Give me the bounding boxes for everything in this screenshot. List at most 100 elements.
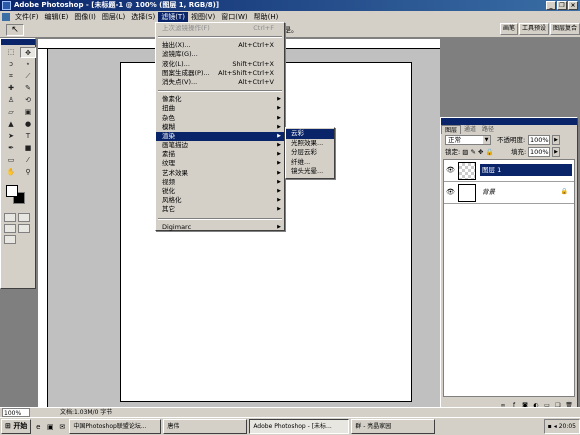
opacity-input[interactable]: 100%: [528, 135, 550, 145]
lock-transparency-icon[interactable]: ▨: [462, 148, 468, 156]
menu-item-lighting-effects[interactable]: 光照效果...: [286, 139, 334, 149]
zoom-input[interactable]: 100%: [2, 408, 30, 417]
menu-image[interactable]: 图像(I): [71, 12, 99, 22]
menu-filter[interactable]: 滤镜(T): [158, 11, 188, 22]
menu-select[interactable]: 选择(S): [128, 12, 158, 22]
tab-channels[interactable]: 通道: [461, 125, 479, 134]
screen-mode-full-button[interactable]: [18, 224, 30, 233]
filter-menu-item[interactable]: 其它 ▶: [156, 205, 284, 214]
taskbar-item-forum[interactable]: 中国Photoshop联盟论坛...: [69, 419, 162, 434]
lock-pixels-icon[interactable]: ✎: [471, 148, 476, 156]
layer-row-layer1[interactable]: 👁 图层 1: [444, 160, 574, 182]
fill-input[interactable]: 100%: [528, 147, 550, 157]
filter-menu-item[interactable]: 素描 ▶: [156, 150, 284, 159]
magic-wand-tool-icon[interactable]: ⋆: [20, 59, 36, 70]
well-brushes[interactable]: 画笔: [499, 23, 518, 35]
tray-volume-icon[interactable]: ◂: [554, 423, 557, 430]
quicklaunch-browser-icon[interactable]: e: [33, 422, 43, 432]
close-button[interactable]: ×: [568, 1, 578, 10]
filter-menu-item[interactable]: 锐化 ▶: [156, 187, 284, 196]
filter-menu-item[interactable]: 模糊 ▶: [156, 123, 284, 132]
gradient-tool-icon[interactable]: ▣: [20, 107, 36, 118]
taskbar-item-group[interactable]: 群 - 亮晶家园: [351, 419, 436, 434]
marquee-tool-icon[interactable]: ⬚: [3, 47, 19, 58]
submenu-arrow-icon: ▶: [277, 160, 281, 167]
fill-slider-toggle[interactable]: ▶: [552, 147, 560, 157]
blur-tool-icon[interactable]: ▲: [3, 119, 19, 130]
screen-mode-standard-button[interactable]: [4, 224, 16, 233]
standard-mode-button[interactable]: [4, 213, 16, 222]
crop-tool-icon[interactable]: ⌗: [3, 71, 19, 82]
filter-menu-item[interactable]: 像素化 ▶: [156, 95, 284, 104]
path-selection-tool-icon[interactable]: ➤: [3, 131, 19, 142]
move-tool-icon[interactable]: ✥: [20, 47, 36, 58]
tab-layers[interactable]: 图层: [441, 125, 462, 134]
well-tool-presets[interactable]: 工具预设: [518, 23, 549, 35]
lock-all-icon[interactable]: 🔒: [486, 148, 494, 156]
filter-menu-item[interactable]: 纹理 ▶: [156, 159, 284, 168]
document-icon[interactable]: [2, 12, 10, 21]
clone-stamp-tool-icon[interactable]: ♙: [3, 95, 19, 106]
menu-item-fibers[interactable]: 纤维...: [286, 158, 334, 168]
eye-icon[interactable]: 👁: [446, 188, 455, 196]
lock-position-icon[interactable]: ✥: [478, 148, 483, 156]
fill-label: 填充:: [511, 148, 527, 156]
filter-menu-item[interactable]: 图案生成器(P)... Alt+Shift+Ctrl+X: [156, 69, 284, 78]
current-tool-icon[interactable]: ↖: [6, 24, 24, 36]
opacity-slider-toggle[interactable]: ▶: [552, 135, 560, 145]
type-tool-icon[interactable]: T: [20, 131, 36, 142]
blend-mode-select[interactable]: 正常 ▼: [445, 135, 491, 145]
jump-to-imageready-button[interactable]: [4, 235, 16, 244]
menu-item-clouds[interactable]: 云彩: [286, 129, 334, 139]
slice-tool-icon[interactable]: ⟋: [20, 71, 36, 82]
history-brush-tool-icon[interactable]: ⟲: [20, 95, 36, 106]
filter-menu-item[interactable]: Digimarc ▶: [156, 223, 284, 232]
menu-window[interactable]: 窗口(W): [218, 12, 250, 22]
foreground-color-swatch[interactable]: [6, 185, 18, 197]
filter-menu-item[interactable]: 消失点(V)... Alt+Ctrl+V: [156, 78, 284, 87]
notes-tool-icon[interactable]: ▭: [3, 155, 19, 166]
layer-row-background[interactable]: 👁 背景 🔒: [444, 182, 574, 204]
filter-menu-item[interactable]: 艺术效果 ▶: [156, 169, 284, 178]
shape-tool-icon[interactable]: ■: [20, 143, 36, 154]
quicklaunch-chat-icon[interactable]: ✉: [57, 422, 67, 432]
tab-paths[interactable]: 路径: [479, 125, 497, 134]
menu-edit[interactable]: 编辑(E): [42, 12, 72, 22]
pen-tool-icon[interactable]: ✒: [3, 143, 19, 154]
filter-menu-item[interactable]: 滤镜库(G)...: [156, 50, 284, 59]
start-button[interactable]: ⊞ 开始: [1, 419, 32, 434]
layers-panel-grip[interactable]: [441, 118, 577, 125]
brush-tool-icon[interactable]: ✎: [20, 83, 36, 94]
menu-layer[interactable]: 图层(L): [99, 12, 128, 22]
filter-menu-item[interactable]: 扭曲 ▶: [156, 104, 284, 113]
tray-network-icon[interactable]: ▪: [548, 423, 552, 430]
lasso-tool-icon[interactable]: ↄ: [3, 59, 19, 70]
menu-file[interactable]: 文件(F): [12, 12, 42, 22]
taskbar-item-tangwei[interactable]: 唐伟: [163, 419, 248, 434]
filter-menu-item[interactable]: 杂色 ▶: [156, 114, 284, 123]
filter-menu-item[interactable]: 视频 ▶: [156, 178, 284, 187]
minimize-button[interactable]: _: [546, 1, 556, 10]
document-info[interactable]: 文档:1.03M/0 字节: [60, 408, 112, 417]
menu-item-difference-clouds[interactable]: 分层云彩: [286, 148, 334, 158]
menu-view[interactable]: 视图(V): [188, 12, 218, 22]
dodge-tool-icon[interactable]: ●: [20, 119, 36, 130]
filter-menu-item[interactable]: 抽出(X)... Alt+Ctrl+X: [156, 41, 284, 50]
quicklaunch-desktop-icon[interactable]: ▣: [45, 422, 55, 432]
zoom-tool-icon[interactable]: ⚲: [20, 167, 36, 178]
menu-help[interactable]: 帮助(H): [251, 12, 282, 22]
taskbar-item-photoshop[interactable]: Adobe Photoshop - [未标...: [249, 419, 350, 434]
eraser-tool-icon[interactable]: ▱: [3, 107, 19, 118]
restore-button[interactable]: ❐: [557, 1, 567, 10]
filter-menu-item[interactable]: 风格化 ▶: [156, 196, 284, 205]
filter-menu-item[interactable]: 渲染 ▶: [156, 131, 284, 142]
eyedropper-tool-icon[interactable]: ⁄: [20, 155, 36, 166]
menu-item-lens-flare[interactable]: 镜头光晕...: [286, 167, 334, 177]
healing-brush-tool-icon[interactable]: ✚: [3, 83, 19, 94]
well-layer-comps[interactable]: 图层复合: [549, 23, 580, 35]
quick-mask-mode-button[interactable]: [18, 213, 30, 222]
hand-tool-icon[interactable]: ✋: [3, 167, 19, 178]
filter-menu-item[interactable]: 液化(L)... Shift+Ctrl+X: [156, 60, 284, 69]
filter-menu-item[interactable]: 画笔描边 ▶: [156, 141, 284, 150]
eye-icon[interactable]: 👁: [446, 166, 455, 174]
